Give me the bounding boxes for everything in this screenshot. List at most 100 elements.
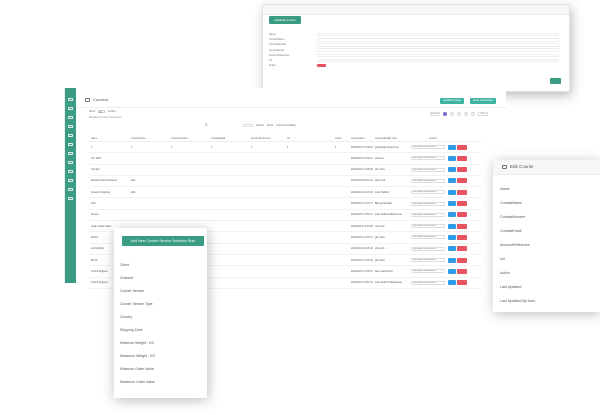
tag-icon[interactable] <box>68 152 73 155</box>
row-edit-button[interactable] <box>448 280 456 286</box>
contact-name-field[interactable]: ContactName <box>500 201 522 205</box>
calendar-icon[interactable] <box>68 188 73 191</box>
maximum-order-value-field[interactable]: Maximum Order Value <box>120 380 155 384</box>
row-edit-button[interactable] <box>448 257 456 263</box>
contact-name-input[interactable] <box>317 37 559 42</box>
account-reference-field[interactable]: AccountReference <box>500 243 530 247</box>
list-icon[interactable] <box>68 107 73 110</box>
minimum-order-value-field[interactable]: Minimum Order Value <box>120 367 154 371</box>
row-action-select[interactable]: warrington.courierhorizon <box>411 224 445 229</box>
column-header[interactable]: LastUpdatedBy User <box>375 137 397 140</box>
box-icon[interactable] <box>68 116 73 119</box>
row-edit-button[interactable] <box>448 268 456 274</box>
row-action-select[interactable]: warrington.courierhorizon <box>411 258 445 262</box>
row-action-select[interactable]: warrington.courierhorizon <box>411 201 445 206</box>
row-delete-button[interactable] <box>457 201 467 207</box>
courier-service-field[interactable]: Courier Service <box>120 289 144 293</box>
column-header[interactable]: Active <box>335 137 342 140</box>
row-delete-button[interactable] <box>457 246 467 252</box>
truck-icon[interactable] <box>68 125 73 128</box>
row-delete-button[interactable] <box>457 189 467 195</box>
globe-icon[interactable] <box>68 179 73 182</box>
row-delete-button[interactable] <box>457 212 467 218</box>
client-field[interactable]: Client <box>120 263 129 267</box>
row-action-select[interactable]: warrington.courierhorizon <box>411 212 445 217</box>
row-action-select[interactable]: warrington.courierhorizon <box>411 145 445 149</box>
page-4-button[interactable]: 4 <box>464 112 468 116</box>
row-delete-button[interactable] <box>457 155 467 161</box>
row-edit-button[interactable] <box>448 223 456 229</box>
minimum-weight-field[interactable]: Minimum Weight - KG <box>120 341 154 345</box>
row-action-select[interactable]: warrington.courierhorizon <box>411 246 445 251</box>
row-edit-button[interactable] <box>448 167 456 173</box>
courier-service-type-field[interactable]: Courier Service Type <box>120 302 153 306</box>
entries-select[interactable]: 10 <box>98 110 106 114</box>
row-action-select[interactable]: warrington.courierhorizon <box>411 178 445 183</box>
row-edit-button[interactable] <box>448 178 456 184</box>
active-toggle[interactable] <box>317 64 326 68</box>
page-5-button[interactable]: 5 <box>471 112 475 116</box>
column-header[interactable]: ContactNumber <box>171 137 188 140</box>
shipping-zone-field[interactable]: Shipping Zone <box>120 328 143 332</box>
page-2-button[interactable]: 2 <box>450 112 454 116</box>
contact-number-field[interactable]: ContactNumber <box>500 215 525 219</box>
row-edit-button[interactable] <box>448 189 456 195</box>
channel-field[interactable]: Channel <box>120 276 133 280</box>
country-field[interactable]: Country <box>120 315 132 319</box>
row-edit-button[interactable] <box>448 201 456 207</box>
account-reference-input[interactable] <box>317 53 559 58</box>
contact-number-input[interactable] <box>317 43 559 47</box>
rules-add-courier-button[interactable]: Rules Add Courier <box>470 98 497 104</box>
row-delete-button[interactable] <box>457 144 467 150</box>
page-3-button[interactable]: 3 <box>457 112 461 116</box>
pagination: Previous 1 2 3 4 5 Next <box>430 112 488 116</box>
row-delete-button[interactable] <box>457 167 467 173</box>
contact-email-field[interactable]: ContactEmail <box>500 229 521 233</box>
column-header[interactable]: Url <box>287 137 290 140</box>
column-header[interactable]: AccountReference <box>251 137 271 140</box>
column-header[interactable]: ContactName <box>131 137 146 140</box>
name-input[interactable] <box>317 32 559 37</box>
search-icon[interactable]: ⌕ <box>205 123 208 128</box>
page-1-button[interactable]: 1 <box>443 112 447 116</box>
mail-icon[interactable] <box>68 197 73 200</box>
chart-icon[interactable] <box>68 143 73 146</box>
column-header[interactable]: Name <box>91 137 97 140</box>
name-field[interactable]: Name <box>500 187 510 191</box>
url-field[interactable]: Url <box>500 257 505 261</box>
row-edit-button[interactable] <box>448 246 456 252</box>
document-icon[interactable] <box>68 161 73 164</box>
row-edit-button[interactable] <box>448 212 456 218</box>
row-action-select[interactable]: warrington.courierhorizon <box>411 156 445 161</box>
users-icon[interactable] <box>68 134 73 137</box>
row-delete-button[interactable] <box>457 268 467 274</box>
save-button[interactable] <box>550 78 561 84</box>
row-edit-button[interactable] <box>448 234 456 240</box>
row-delete-button[interactable] <box>457 223 467 229</box>
settings-icon[interactable] <box>68 170 73 173</box>
row-delete-button[interactable] <box>457 234 467 240</box>
column-visibility-select[interactable]: Columns Visibility <box>276 124 296 127</box>
contact-email-input[interactable] <box>317 48 559 52</box>
maximum-weight-field[interactable]: Maximum Weight - KG <box>120 354 155 358</box>
add-courier-button[interactable]: Add/Edit Courier <box>440 98 465 104</box>
url-input[interactable] <box>317 58 559 63</box>
row-edit-button[interactable] <box>448 155 456 161</box>
cell-by: phil.scott <box>375 247 385 251</box>
row-action-select[interactable]: warrington.courierhorizon <box>411 167 445 172</box>
column-header[interactable]: LastUpdated <box>351 137 365 140</box>
search-input[interactable] <box>243 124 253 128</box>
column-header[interactable]: ContactEmail <box>211 137 225 140</box>
row-action-select[interactable]: warrington.courierhorizon <box>411 280 445 285</box>
row-edit-button[interactable] <box>448 144 456 150</box>
active-field[interactable]: Active <box>500 271 510 275</box>
pagination-previous[interactable]: Previous <box>430 112 440 116</box>
row-action-select[interactable]: warrington.courierhorizon <box>411 269 445 274</box>
row-action-select[interactable]: warrington.courierhorizon <box>411 235 445 240</box>
row-delete-button[interactable] <box>457 178 467 184</box>
row-delete-button[interactable] <box>457 280 467 286</box>
row-delete-button[interactable] <box>457 257 467 263</box>
pagination-next[interactable]: Next <box>478 112 488 116</box>
home-icon[interactable] <box>68 98 73 101</box>
row-action-select[interactable]: warrington.courierhorizon <box>411 190 445 195</box>
